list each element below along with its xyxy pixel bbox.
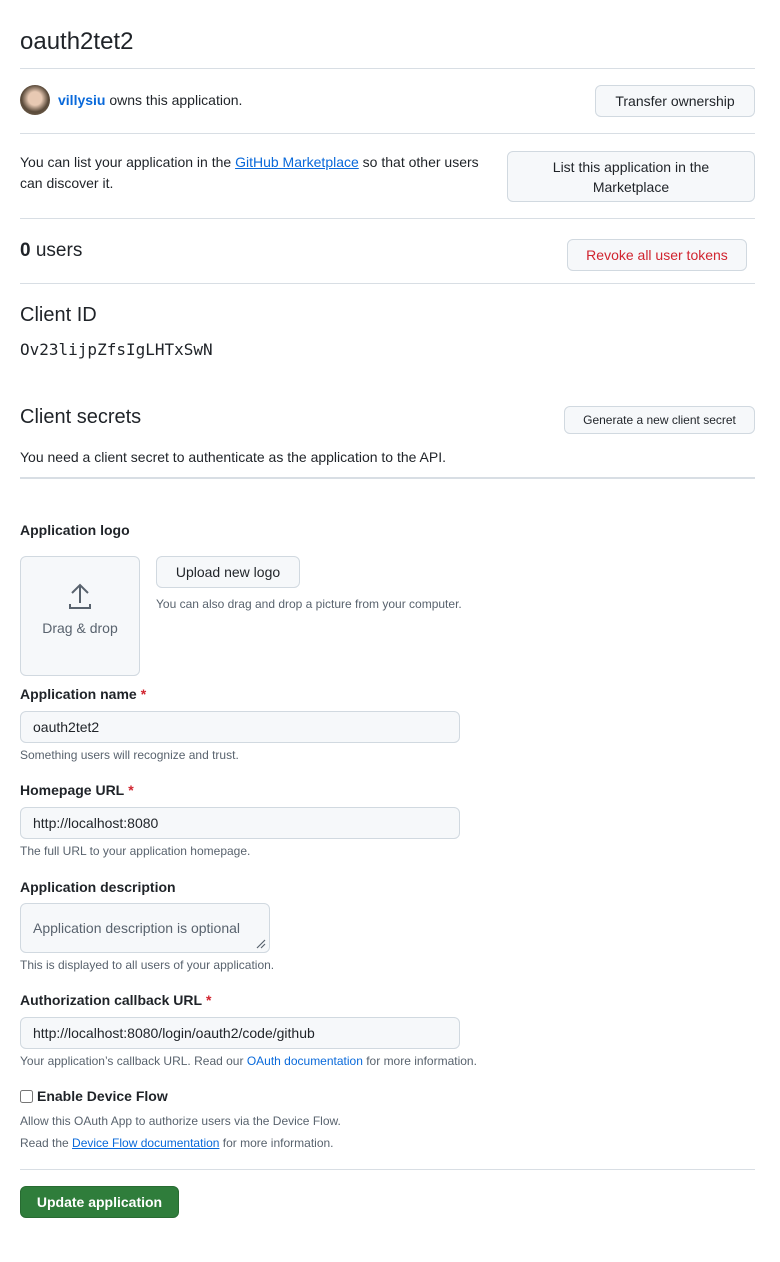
marketplace-pre: You can list your application in the [20,154,236,170]
divider [20,133,755,134]
update-application-button[interactable]: Update application [20,1186,179,1218]
required-marker: * [140,686,147,702]
required-marker: * [128,782,134,798]
list-marketplace-button[interactable]: List this application in the Marketplace [507,151,755,202]
client-id-heading: Client ID [20,304,97,326]
marketplace-link[interactable]: GitHub Marketplace [235,154,359,170]
description-label: Application description [20,879,176,895]
callback-hint: Your application’s callback URL. Read ou… [20,1054,477,1068]
divider [20,283,755,284]
device-flow-hint: Allow this OAuth App to authorize users … [20,1114,341,1128]
device-flow-checkbox[interactable] [20,1089,33,1103]
generate-secret-button[interactable]: Generate a new client secret [564,406,755,434]
upload-logo-button[interactable]: Upload new logo [156,556,300,588]
app-name-input[interactable]: oauth2tet2 [20,711,460,743]
logo-hint: You can also drag and drop a picture fro… [156,597,462,611]
device-flow-docs-pre: Read the [20,1136,73,1150]
oauth-docs-link[interactable]: OAuth documentation [247,1054,363,1068]
revoke-tokens-button[interactable]: Revoke all user tokens [567,239,747,271]
drag-drop-text: Drag & drop [42,620,118,636]
device-flow-row: Enable Device Flow [20,1088,168,1104]
callback-hint-post: for more information. [362,1054,477,1068]
client-id-value: Ov23lijpZfsIgLHTxSwN [20,340,213,359]
owner-link[interactable]: villysiu [58,92,105,108]
homepage-label: Homepage URL * [20,782,134,798]
device-flow-docs-post: for more information. [219,1136,334,1150]
homepage-input[interactable]: http://localhost:8080 [20,807,460,839]
device-flow-label[interactable]: Enable Device Flow [37,1088,168,1104]
page-title: oauth2tet2 [20,28,134,55]
callback-label: Authorization callback URL * [20,992,211,1008]
app-name-label-text: Application name [20,686,137,702]
callback-input[interactable]: http://localhost:8080/login/oauth2/code/… [20,1017,460,1049]
upload-icon [69,583,91,609]
transfer-ownership-button[interactable]: Transfer ownership [595,85,755,117]
logo-dropzone[interactable]: Drag & drop [20,556,140,676]
divider [20,68,755,69]
users-number: 0 [20,240,31,261]
callback-hint-pre: Your application’s callback URL. Read ou… [20,1054,247,1068]
description-hint: This is displayed to all users of your a… [20,958,275,972]
divider [20,477,755,479]
owner-suffix: owns this application. [105,92,243,108]
app-name-label: Application name * [20,686,146,702]
users-count: 0 users [20,240,82,262]
description-placeholder: Application description is optional [33,920,241,936]
callback-label-text: Authorization callback URL [20,992,203,1008]
app-name-hint: Something users will recognize and trust… [20,748,239,762]
resize-handle-icon[interactable] [256,939,266,949]
marketplace-text: You can list your application in the Git… [20,152,500,194]
divider [20,218,755,219]
homepage-label-text: Homepage URL [20,782,125,798]
client-secrets-description: You need a client secret to authenticate… [20,449,447,465]
required-marker: * [206,992,212,1008]
device-flow-docs: Read the Device Flow documentation for m… [20,1136,334,1150]
homepage-hint: The full URL to your application homepag… [20,844,251,858]
logo-label: Application logo [20,522,130,538]
divider [20,1169,755,1170]
description-textarea[interactable]: Application description is optional [20,903,270,953]
device-flow-docs-link[interactable]: Device Flow documentation [72,1136,219,1150]
avatar[interactable] [20,85,50,115]
users-label: users [30,240,83,261]
owner-text: villysiu owns this application. [58,92,242,108]
client-secrets-heading: Client secrets [20,406,142,428]
